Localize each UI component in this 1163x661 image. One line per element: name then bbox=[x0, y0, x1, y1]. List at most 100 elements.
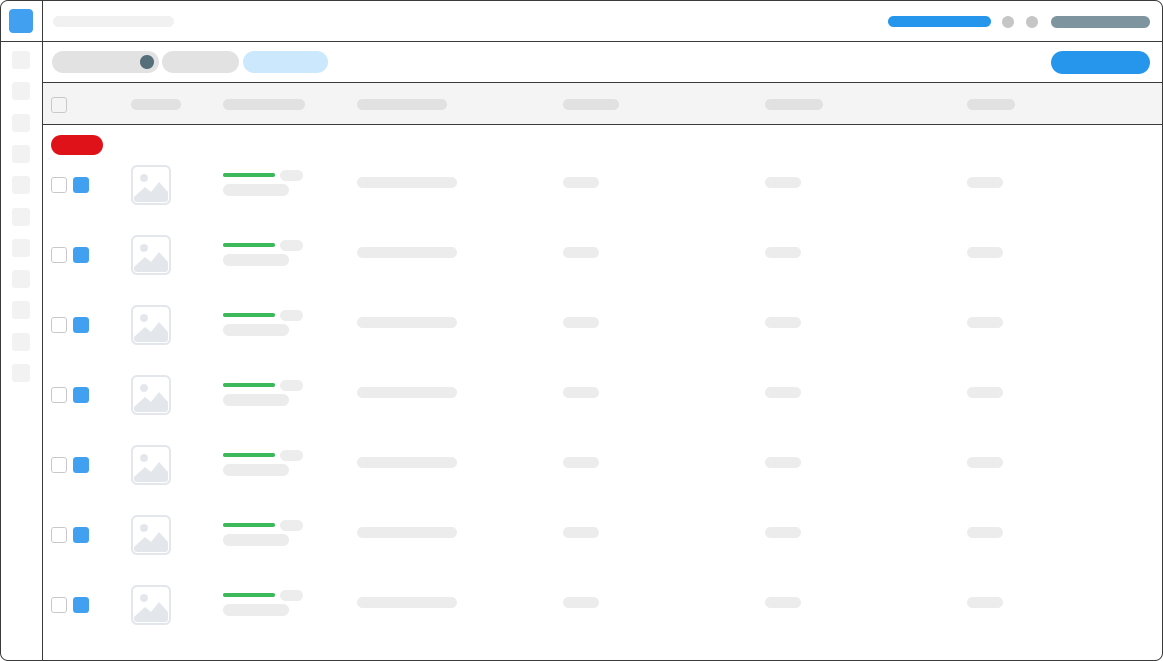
column-header[interactable] bbox=[967, 99, 1015, 110]
filter-dropdown[interactable] bbox=[52, 51, 159, 73]
table-row[interactable] bbox=[43, 303, 1162, 373]
table-row[interactable] bbox=[43, 583, 1162, 653]
sidebar-item[interactable] bbox=[12, 364, 30, 382]
row-meta bbox=[280, 450, 303, 461]
row-cell bbox=[765, 457, 801, 468]
row-color-marker bbox=[73, 247, 89, 263]
row-color-marker bbox=[73, 317, 89, 333]
status-indicator bbox=[223, 243, 275, 247]
sidebar-item[interactable] bbox=[12, 51, 30, 69]
row-color-marker bbox=[73, 597, 89, 613]
app-window bbox=[0, 0, 1163, 661]
status-indicator bbox=[223, 523, 275, 527]
row-cell bbox=[765, 527, 801, 538]
row-cell bbox=[967, 247, 1003, 258]
page-title bbox=[53, 16, 174, 27]
column-header[interactable] bbox=[563, 99, 619, 110]
row-description bbox=[357, 177, 457, 188]
row-cell bbox=[967, 457, 1003, 468]
row-checkbox[interactable] bbox=[51, 317, 67, 333]
row-description bbox=[357, 387, 457, 398]
group-badge bbox=[51, 135, 103, 155]
sidebar-item[interactable] bbox=[12, 301, 30, 320]
image-placeholder-icon bbox=[131, 305, 171, 345]
row-cell bbox=[563, 247, 599, 258]
column-header[interactable] bbox=[765, 99, 823, 110]
row-cell bbox=[563, 387, 599, 398]
row-cell bbox=[967, 177, 1003, 188]
sidebar-item[interactable] bbox=[12, 82, 30, 101]
image-placeholder-icon bbox=[131, 445, 171, 485]
table-row[interactable] bbox=[43, 163, 1162, 233]
table-row[interactable] bbox=[43, 513, 1162, 583]
select-all-checkbox[interactable] bbox=[51, 97, 67, 113]
row-meta bbox=[280, 520, 303, 531]
row-name[interactable] bbox=[223, 604, 289, 616]
column-header[interactable] bbox=[357, 99, 447, 110]
row-name[interactable] bbox=[223, 184, 289, 196]
row-name[interactable] bbox=[223, 464, 289, 476]
filter-chip[interactable] bbox=[162, 51, 239, 73]
row-cell bbox=[563, 177, 599, 188]
row-cell bbox=[967, 527, 1003, 538]
table-body bbox=[43, 125, 1162, 660]
row-description bbox=[357, 247, 457, 258]
row-checkbox[interactable] bbox=[51, 597, 67, 613]
primary-action-button[interactable] bbox=[1051, 51, 1150, 74]
row-description bbox=[357, 527, 457, 538]
row-cell bbox=[765, 597, 801, 608]
row-checkbox[interactable] bbox=[51, 457, 67, 473]
image-placeholder-icon bbox=[131, 585, 171, 625]
row-name[interactable] bbox=[223, 254, 289, 266]
column-header[interactable] bbox=[223, 99, 305, 110]
status-indicator bbox=[223, 453, 275, 457]
row-description bbox=[357, 317, 457, 328]
table-header bbox=[43, 83, 1162, 125]
image-placeholder-icon bbox=[131, 515, 171, 555]
notification-icon[interactable] bbox=[1002, 16, 1014, 28]
row-color-marker bbox=[73, 527, 89, 543]
status-indicator bbox=[223, 173, 275, 177]
toolbar bbox=[43, 42, 1162, 83]
row-name[interactable] bbox=[223, 534, 289, 546]
row-cell bbox=[563, 527, 599, 538]
row-cell bbox=[563, 317, 599, 328]
row-meta bbox=[280, 170, 303, 181]
row-name[interactable] bbox=[223, 324, 289, 336]
image-placeholder-icon bbox=[131, 165, 171, 205]
row-checkbox[interactable] bbox=[51, 247, 67, 263]
row-cell bbox=[563, 457, 599, 468]
table-row[interactable] bbox=[43, 373, 1162, 443]
row-cell bbox=[967, 597, 1003, 608]
row-color-marker bbox=[73, 457, 89, 473]
row-name[interactable] bbox=[223, 394, 289, 406]
help-icon[interactable] bbox=[1026, 16, 1038, 28]
filter-chip-active[interactable] bbox=[243, 51, 328, 73]
sidebar-item[interactable] bbox=[12, 144, 30, 163]
top-nav-link[interactable] bbox=[888, 16, 991, 27]
sidebar-item[interactable] bbox=[12, 332, 30, 351]
sidebar-item[interactable] bbox=[12, 270, 30, 289]
sidebar-item[interactable] bbox=[12, 113, 30, 132]
row-checkbox[interactable] bbox=[51, 177, 67, 193]
row-cell bbox=[765, 247, 801, 258]
row-cell bbox=[967, 317, 1003, 328]
row-meta bbox=[280, 310, 303, 321]
row-cell bbox=[967, 387, 1003, 398]
sidebar-item[interactable] bbox=[12, 238, 30, 257]
row-checkbox[interactable] bbox=[51, 527, 67, 543]
user-menu[interactable] bbox=[1051, 16, 1150, 28]
row-cell bbox=[765, 177, 801, 188]
table-row[interactable] bbox=[43, 443, 1162, 513]
sidebar-item[interactable] bbox=[12, 176, 30, 195]
table-row[interactable] bbox=[43, 233, 1162, 303]
row-checkbox[interactable] bbox=[51, 387, 67, 403]
top-bar bbox=[1, 1, 1162, 42]
status-indicator bbox=[223, 593, 275, 597]
app-logo-icon[interactable] bbox=[9, 9, 33, 33]
row-description bbox=[357, 457, 457, 468]
column-header[interactable] bbox=[131, 99, 181, 110]
sidebar-item[interactable] bbox=[12, 207, 30, 226]
row-color-marker bbox=[73, 387, 89, 403]
row-meta bbox=[280, 240, 303, 251]
